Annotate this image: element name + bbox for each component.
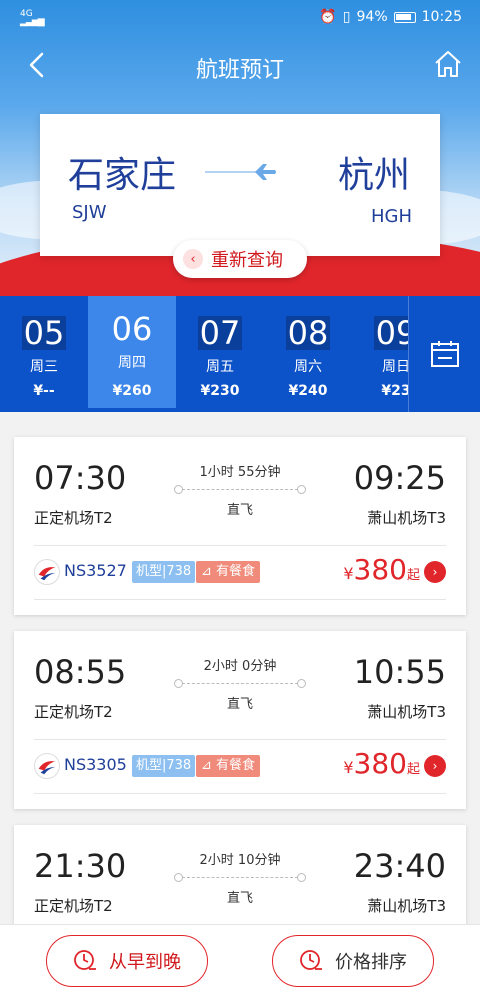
sort-bar: 从早到晚 价格排序 bbox=[0, 924, 480, 995]
flight-price: ¥380起 bbox=[343, 747, 420, 780]
status-bar: 4G ▂▃▅▆ ⏰ ▯ 94% 10:25 bbox=[0, 0, 480, 36]
route-card: 石家庄 SJW 杭州 HGH bbox=[40, 114, 440, 256]
requery-button[interactable]: ‹ 重新查询 bbox=[173, 240, 307, 278]
chevron-right-icon[interactable]: › bbox=[424, 755, 446, 777]
chevron-right-icon[interactable]: › bbox=[424, 561, 446, 583]
vibrate-icon: ▯ bbox=[342, 9, 351, 25]
departure-code: SJW bbox=[72, 202, 107, 223]
route-line bbox=[174, 679, 306, 689]
requery-label: 重新查询 bbox=[211, 250, 283, 271]
arrival-airport: 萧山机场T3 bbox=[367, 509, 446, 527]
arrival-city: 杭州 bbox=[337, 155, 410, 196]
date-item[interactable]: 07 周五 ¥230 bbox=[176, 296, 264, 412]
flight-number: NS3527 bbox=[64, 561, 127, 580]
home-icon[interactable] bbox=[432, 48, 464, 80]
plane-icon bbox=[205, 164, 276, 180]
departure-city: 石家庄 bbox=[68, 155, 177, 196]
battery-percent: 94% bbox=[356, 9, 388, 25]
date-item[interactable]: 05 周三 ¥-- bbox=[0, 296, 88, 412]
sort-by-time-button[interactable]: 从早到晚 bbox=[46, 935, 208, 987]
arrival-code: HGH bbox=[370, 206, 412, 227]
departure-airport: 正定机场T2 bbox=[34, 703, 113, 721]
aircraft-type-tag: 机型|738 bbox=[132, 561, 196, 583]
meal-tag: ⊿ 有餐食 bbox=[196, 561, 261, 583]
airline-logo-icon bbox=[34, 559, 60, 585]
airline-logo-icon bbox=[34, 753, 60, 779]
clock: 10:25 bbox=[421, 9, 462, 25]
aircraft-type-tag: 机型|738 bbox=[132, 755, 196, 777]
arrival-airport: 萧山机场T3 bbox=[367, 897, 446, 915]
alarm-icon: ⏰ bbox=[319, 9, 337, 25]
flight-card[interactable]: 07:30 1小时 55分钟 直飞 09:25 正定机场T2 萧山机场T3 NS… bbox=[14, 437, 466, 615]
meal-tag: ⊿ 有餐食 bbox=[196, 755, 261, 777]
price-sort-icon bbox=[300, 950, 322, 970]
network-indicator: 4G ▂▃▅▆ bbox=[20, 9, 45, 27]
signal-icon: ▂▃▅▆ bbox=[20, 17, 45, 27]
route-line bbox=[174, 485, 306, 495]
flight-number: NS3305 bbox=[64, 755, 127, 774]
battery-icon bbox=[393, 11, 416, 23]
calendar-button[interactable] bbox=[408, 296, 480, 412]
flight-card[interactable]: 08:55 2小时 0分钟 直飞 10:55 正定机场T2 萧山机场T3 NS3… bbox=[14, 631, 466, 809]
arrival-time: 10:55 bbox=[353, 653, 446, 691]
departure-airport: 正定机场T2 bbox=[34, 897, 113, 915]
nav-bar: 航班预订 bbox=[0, 44, 480, 88]
arrival-time: 09:25 bbox=[353, 459, 446, 497]
date-item[interactable]: 08 周六 ¥240 bbox=[264, 296, 352, 412]
flight-price: ¥380起 bbox=[343, 553, 420, 586]
sort-by-time-label: 从早到晚 bbox=[109, 952, 181, 973]
date-item-selected[interactable]: 06 周四 ¥260 bbox=[88, 296, 176, 408]
clock-sort-icon bbox=[74, 950, 96, 970]
departure-airport: 正定机场T2 bbox=[34, 509, 113, 527]
sort-by-price-label: 价格排序 bbox=[335, 952, 407, 973]
arrival-time: 23:40 bbox=[353, 847, 446, 885]
page-title: 航班预订 bbox=[195, 58, 284, 83]
arrival-airport: 萧山机场T3 bbox=[367, 703, 446, 721]
calendar-icon bbox=[430, 341, 459, 367]
date-selector: 05 周三 ¥-- 06 周四 ¥260 07 周五 ¥230 08 周六 ¥2… bbox=[0, 296, 480, 412]
sort-by-price-button[interactable]: 价格排序 bbox=[272, 935, 434, 987]
chevron-left-icon: ‹ bbox=[183, 249, 203, 269]
route-line bbox=[174, 873, 306, 883]
date-item[interactable]: 09 周日 ¥23 bbox=[352, 296, 408, 412]
